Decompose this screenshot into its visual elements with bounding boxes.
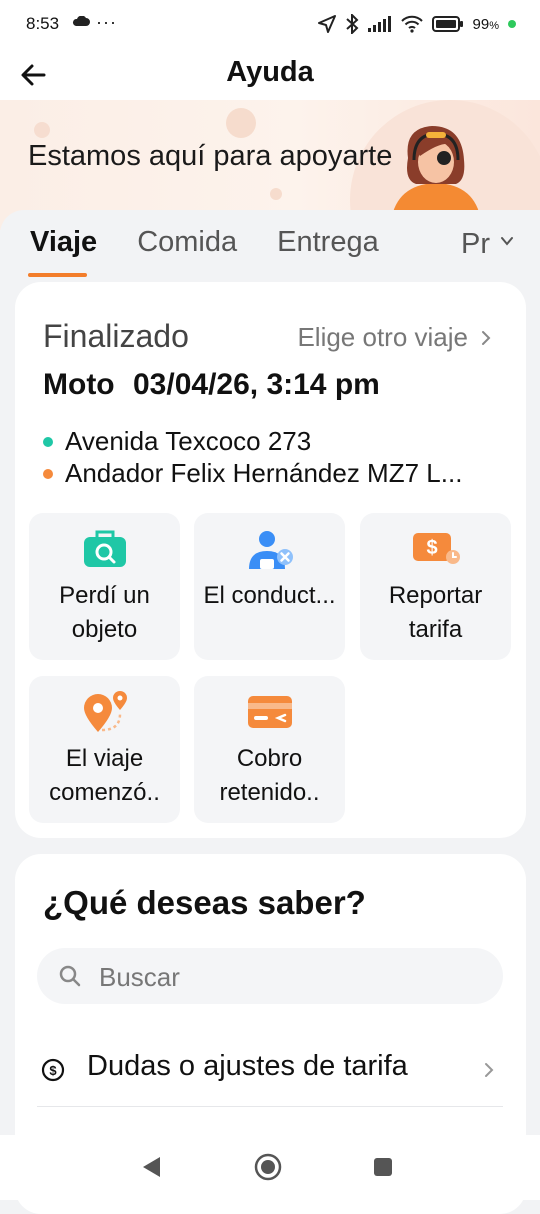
action-label: El conduct... bbox=[203, 582, 336, 609]
trip-card: Finalizado Elige otro viaje Moto 03/04/2… bbox=[15, 282, 526, 838]
battery-level: 99% bbox=[472, 15, 499, 33]
category-tabs: Viaje Comida Entrega Pr bbox=[0, 210, 540, 277]
chevron-down-icon bbox=[501, 237, 513, 246]
trip-status: Finalizado bbox=[43, 318, 189, 354]
trip-origin: Avenida Texcoco 273 bbox=[43, 426, 503, 457]
action-label: Cobro retenido.. bbox=[219, 745, 320, 806]
trip-type: Moto bbox=[43, 368, 115, 401]
faq-item-fare[interactable]: $ Dudas o ajustes de tarifa bbox=[37, 1036, 503, 1107]
dollar-circle-icon: $ bbox=[41, 1058, 65, 1082]
action-label: Perdí un objeto bbox=[59, 582, 150, 643]
tab-partial[interactable]: Pr bbox=[461, 228, 490, 261]
privacy-indicator bbox=[508, 20, 516, 28]
chevron-right-icon bbox=[485, 1063, 494, 1077]
route-pin-icon bbox=[83, 691, 127, 732]
wifi-icon bbox=[400, 15, 423, 33]
svg-text:$: $ bbox=[49, 1063, 57, 1078]
tabs-more-button[interactable]: Pr bbox=[450, 210, 540, 274]
origin-dot bbox=[43, 436, 53, 447]
trip-destination: Andador Felix Hernández MZ7 L... bbox=[43, 458, 503, 489]
banner-text: Estamos aquí para apoyarte bbox=[28, 140, 393, 172]
status-time: 8:53 bbox=[26, 14, 60, 33]
signal-icon bbox=[367, 16, 391, 32]
trip-datetime: 03/04/26, 3:14 pm bbox=[133, 368, 380, 401]
chevron-right-icon bbox=[482, 330, 491, 345]
status-more: ··· bbox=[96, 12, 117, 32]
choose-other-trip-link[interactable]: Elige otro viaje bbox=[297, 322, 492, 353]
help-sheet: Viaje Comida Entrega Pr Finalizado Elige… bbox=[0, 210, 540, 1214]
status-bar: 8:53 ··· 99% bbox=[0, 0, 540, 50]
action-driver[interactable]: El conduct... bbox=[194, 513, 345, 660]
tab-entrega[interactable]: Entrega bbox=[257, 226, 399, 259]
nav-recent-apps-icon[interactable] bbox=[373, 1157, 393, 1177]
action-lost-item[interactable]: Perdí un objeto bbox=[29, 513, 180, 660]
action-label: Reportar tarifa bbox=[388, 582, 483, 643]
search-input[interactable] bbox=[97, 948, 481, 1006]
action-label: El viaje comenzó.. bbox=[49, 745, 160, 806]
choose-other-trip-label: Elige otro viaje bbox=[297, 322, 468, 352]
faq-title: ¿Qué deseas saber? bbox=[43, 884, 366, 921]
tab-comida[interactable]: Comida bbox=[117, 226, 257, 259]
nav-back-icon[interactable] bbox=[140, 1155, 162, 1179]
lost-item-icon bbox=[83, 530, 126, 567]
fare-icon: $ bbox=[412, 533, 460, 564]
banner-bubble bbox=[34, 122, 50, 138]
driver-icon bbox=[248, 531, 293, 569]
page-title: Ayuda bbox=[226, 56, 314, 88]
destination-address: Andador Felix Hernández MZ7 L... bbox=[65, 458, 463, 488]
card-icon bbox=[247, 696, 292, 728]
app-header: Ayuda bbox=[0, 50, 540, 100]
action-charge-held[interactable]: Cobro retenido.. bbox=[194, 676, 345, 823]
battery-icon bbox=[431, 16, 463, 32]
svg-text:$: $ bbox=[426, 537, 437, 559]
location-arrow-icon bbox=[317, 15, 336, 33]
search-icon bbox=[59, 965, 81, 987]
action-trip-started[interactable]: El viaje comenzó.. bbox=[29, 676, 180, 823]
bluetooth-icon bbox=[345, 14, 358, 34]
search-bar[interactable] bbox=[37, 948, 503, 1006]
banner-bubble bbox=[270, 188, 282, 200]
tab-viaje[interactable]: Viaje bbox=[0, 226, 117, 277]
system-nav-bar bbox=[0, 1135, 540, 1200]
cloud-icon bbox=[73, 16, 90, 26]
banner-bubble bbox=[226, 108, 256, 138]
status-icons: 99% bbox=[317, 12, 516, 36]
destination-dot bbox=[43, 468, 53, 479]
nav-home-icon[interactable] bbox=[254, 1153, 282, 1181]
action-report-fare[interactable]: $ Reportar tarifa bbox=[360, 513, 511, 660]
faq-item-label: Dudas o ajustes de tarifa bbox=[87, 1050, 408, 1082]
origin-address: Avenida Texcoco 273 bbox=[65, 426, 312, 456]
